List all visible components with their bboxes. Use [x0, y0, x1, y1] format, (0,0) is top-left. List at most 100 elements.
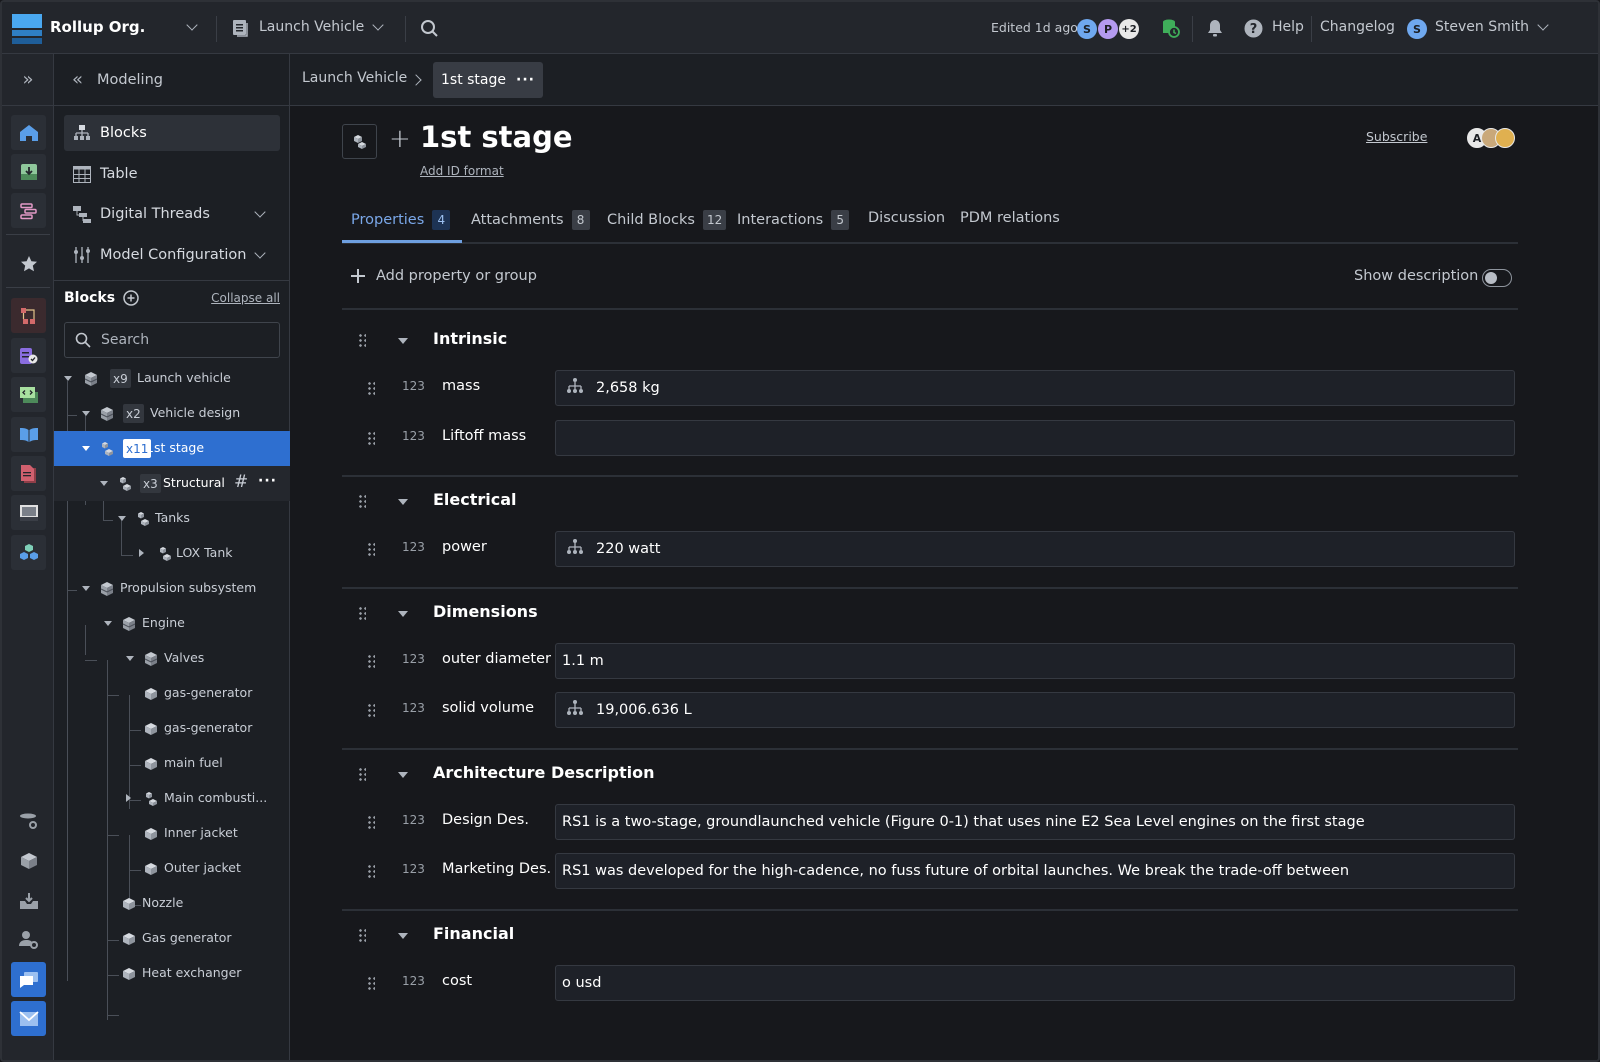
numeric-type-icon[interactable]: 123 [402, 540, 425, 554]
rail-documents-button[interactable] [11, 456, 46, 491]
tab-discussion[interactable]: Discussion [868, 210, 945, 226]
property-name[interactable]: cost [442, 973, 472, 989]
property-name[interactable]: power [442, 539, 487, 555]
hash-id-icon[interactable]: # [234, 472, 248, 492]
breadcrumb-current[interactable]: 1st stage ··· [433, 62, 543, 98]
tree-node[interactable]: Propulsion subsystem [54, 571, 290, 606]
property-name[interactable]: outer diameter [442, 651, 551, 667]
org-name[interactable]: Rollup Org. [50, 18, 145, 36]
tree-node[interactable]: Gas generator [54, 921, 290, 956]
breadcrumb-parent[interactable]: Launch Vehicle [302, 70, 407, 86]
block-search-input[interactable] [101, 332, 261, 348]
numeric-type-icon[interactable]: 123 [402, 862, 425, 876]
chevron-down-icon[interactable] [254, 247, 266, 259]
rail-user-settings-button[interactable] [11, 922, 46, 957]
numeric-type-icon[interactable]: 123 [402, 974, 425, 988]
rollup-hierarchy-icon[interactable] [566, 539, 584, 559]
property-name[interactable]: Marketing Des. [442, 861, 551, 877]
property-value-input[interactable]: 220 watt [555, 531, 1515, 567]
more-collaborators-avatar[interactable]: +2 [1119, 19, 1139, 39]
property-value-input[interactable]: o usd [555, 964, 1515, 1001]
rail-mail-button[interactable] [11, 1001, 46, 1036]
block-title[interactable]: 1st stage [420, 120, 573, 154]
rail-modeling-button[interactable] [11, 298, 46, 333]
drag-handle-icon[interactable] [367, 864, 375, 878]
rail-favorites-button[interactable] [11, 246, 46, 281]
rail-chat-button[interactable] [11, 962, 46, 997]
tree-node[interactable]: gas-generator [54, 711, 290, 746]
rail-knowledge-button[interactable] [11, 417, 46, 452]
drag-handle-icon[interactable] [367, 653, 375, 668]
workspace-chevron-down-icon[interactable] [372, 19, 384, 31]
tree-node[interactable]: Inner jacket [54, 816, 290, 851]
collapse-caret-icon[interactable] [82, 586, 90, 591]
property-value-input[interactable]: RS1 is a two-stage, groundlaunched vehic… [555, 803, 1515, 840]
tree-node[interactable]: main fuel [54, 746, 290, 781]
block-icon-button[interactable] [342, 124, 377, 159]
property-name[interactable]: solid volume [442, 700, 534, 716]
help-icon[interactable]: ? [1244, 19, 1263, 38]
collapse-group-icon[interactable] [398, 932, 408, 939]
rail-blocks-button[interactable] [11, 843, 46, 878]
collapse-all-link[interactable]: Collapse all [211, 291, 280, 305]
user-menu[interactable]: Steven Smith [1435, 19, 1529, 35]
rail-reports-button[interactable] [11, 338, 46, 373]
property-value-input[interactable]: 2,658 kg [555, 370, 1515, 406]
drag-handle-icon[interactable] [367, 975, 375, 990]
rollup-hierarchy-icon[interactable] [566, 378, 584, 398]
user-avatar[interactable]: S [1407, 19, 1427, 39]
tab-child-blocks[interactable]: Child Blocks 12 [607, 210, 727, 230]
collapse-group-icon[interactable] [398, 499, 408, 505]
rollup-hierarchy-icon[interactable] [566, 700, 584, 720]
drag-handle-icon[interactable] [367, 430, 375, 445]
property-value-input[interactable]: 1.1 m [555, 642, 1515, 679]
sidebar-item-model-configuration[interactable]: Model Configuration [64, 237, 280, 273]
drag-handle-icon[interactable] [358, 494, 366, 508]
drag-handle-icon[interactable] [367, 814, 375, 829]
drag-handle-icon[interactable] [358, 766, 366, 781]
expand-sidebar-icon[interactable]: » [2, 54, 54, 106]
tree-node[interactable]: LOX Tank [54, 536, 290, 571]
group-title[interactable]: Intrinsic [433, 329, 507, 348]
help-link[interactable]: Help [1272, 19, 1304, 35]
tab-properties[interactable]: Properties 4 [351, 210, 451, 230]
drag-handle-icon[interactable] [358, 927, 366, 942]
tree-node[interactable]: x3 Structural # ··· [54, 466, 290, 501]
tree-node[interactable]: Outer jacket [54, 851, 290, 886]
property-name[interactable]: Liftoff mass [442, 428, 526, 444]
rail-inbox-button[interactable] [11, 883, 46, 918]
collapse-caret-icon[interactable] [82, 446, 90, 451]
collapse-caret-icon[interactable] [64, 376, 72, 381]
collapse-caret-icon[interactable] [104, 621, 112, 626]
numeric-type-icon[interactable]: 123 [402, 379, 425, 393]
tree-node[interactable]: x9 Launch vehicle [54, 361, 290, 396]
tree-node[interactable]: x2 Vehicle design [54, 396, 290, 431]
collapse-caret-icon[interactable] [82, 411, 90, 416]
numeric-type-icon[interactable]: 123 [402, 813, 425, 827]
drag-handle-icon[interactable] [367, 381, 375, 395]
tree-node[interactable]: x11 1st stage [54, 431, 290, 466]
collaborator-avatar[interactable]: P [1098, 19, 1118, 39]
tab-pdm-relations[interactable]: PDM relations [960, 210, 1060, 226]
property-name[interactable]: Design Des. [442, 812, 529, 828]
tree-node[interactable]: Nozzle [54, 886, 290, 921]
collapse-group-icon[interactable] [398, 771, 408, 778]
drag-handle-icon[interactable] [367, 542, 375, 556]
tab-attachments[interactable]: Attachments 8 [471, 210, 590, 230]
org-logo[interactable] [12, 14, 42, 44]
expand-caret-icon[interactable] [139, 549, 144, 557]
collapse-group-icon[interactable] [398, 338, 408, 344]
block-search[interactable] [64, 322, 280, 358]
collaborator-avatar[interactable]: S [1077, 19, 1097, 39]
add-block-circle-icon[interactable] [123, 290, 139, 306]
collapse-caret-icon[interactable] [100, 481, 108, 486]
numeric-type-icon[interactable]: 123 [402, 652, 425, 666]
add-prefix-plus-icon[interactable]: + [389, 124, 411, 154]
subscribe-link[interactable]: Subscribe [1366, 129, 1427, 144]
watcher-avatar[interactable] [1495, 128, 1515, 148]
more-options-icon[interactable]: ··· [516, 72, 535, 88]
tree-node[interactable]: Valves [54, 641, 290, 676]
database-sync-icon[interactable] [1162, 18, 1180, 38]
collapse-sidebar-icon[interactable]: « [72, 69, 83, 90]
property-name[interactable]: mass [442, 378, 480, 394]
